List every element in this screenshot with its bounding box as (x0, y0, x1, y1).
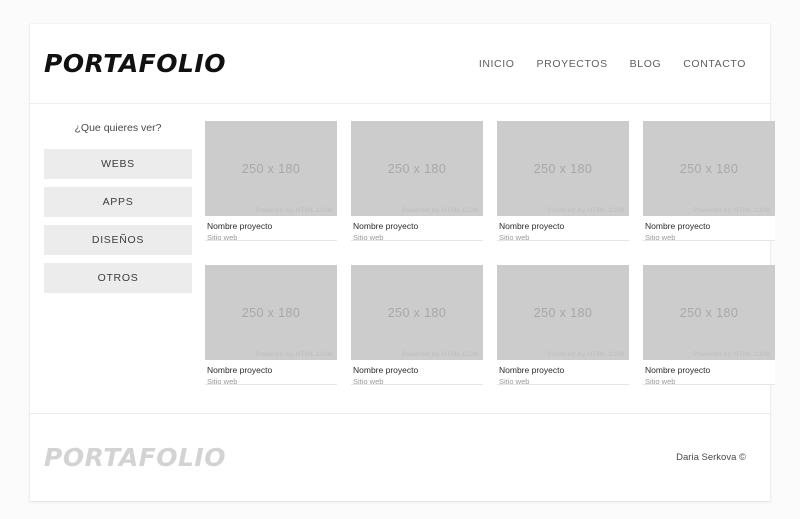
project-subtitle: Sitio web (207, 232, 238, 242)
page-container: PORTAFOLIO INICIO PROYECTOS BLOG CONTACT… (30, 24, 775, 501)
nav-item-proyectos[interactable]: PROYECTOS (537, 58, 608, 70)
footer-logo: PORTAFOLIO (44, 443, 226, 472)
site-footer: PORTAFOLIO Daria Serkova © (30, 413, 770, 501)
site-logo: PORTAFOLIO (44, 49, 226, 78)
project-card[interactable]: 250 x 180 Powered by HTML.COM Nombre pro… (351, 265, 483, 386)
filter-sidebar: ¿Que quieres ver? WEBS APPS DISEÑOS OTRO… (44, 120, 192, 413)
project-thumbnail: 250 x 180 Powered by HTML.COM (497, 121, 629, 216)
main-content: ¿Que quieres ver? WEBS APPS DISEÑOS OTRO… (30, 104, 775, 413)
copyright-text: Daria Serkova © (676, 452, 746, 463)
project-subtitle: Sitio web (353, 232, 384, 242)
nav-item-contacto[interactable]: CONTACTO (683, 58, 746, 70)
thumbnail-watermark: Powered by HTML.COM (693, 351, 771, 358)
thumbnail-size-label: 250 x 180 (241, 161, 301, 176)
thumbnail-size-label: 250 x 180 (533, 161, 593, 176)
thumbnail-watermark: Powered by HTML.COM (401, 207, 479, 214)
project-card-body: Nombre proyecto Sitio web (351, 216, 483, 248)
project-thumbnail: 250 x 180 Powered by HTML.COM (497, 265, 629, 360)
project-title: Nombre proyecto (353, 365, 419, 375)
project-title: Nombre proyecto (499, 221, 565, 231)
project-card-body: Nombre proyecto Sitio web (205, 216, 337, 248)
sidebar-title: ¿Que quieres ver? (74, 122, 162, 134)
thumbnail-watermark: Powered by HTML.COM (693, 207, 771, 214)
project-thumbnail: 250 x 180 Powered by HTML.COM (351, 121, 483, 216)
project-thumbnail: 250 x 180 Powered by HTML.COM (205, 121, 337, 216)
project-subtitle: Sitio web (499, 376, 530, 386)
main-navigation: INICIO PROYECTOS BLOG CONTACTO (479, 58, 752, 70)
project-thumbnail: 250 x 180 Powered by HTML.COM (643, 121, 775, 216)
project-grid: 250 x 180 Powered by HTML.COM Nombre pro… (192, 120, 775, 413)
project-title: Nombre proyecto (207, 221, 273, 231)
project-subtitle: Sitio web (499, 232, 530, 242)
project-card-body: Nombre proyecto Sitio web (497, 216, 629, 248)
project-card[interactable]: 250 x 180 Powered by HTML.COM Nombre pro… (497, 121, 629, 242)
nav-item-blog[interactable]: BLOG (630, 58, 662, 70)
thumbnail-watermark: Powered by HTML.COM (255, 351, 333, 358)
thumbnail-size-label: 250 x 180 (533, 305, 593, 320)
thumbnail-size-label: 250 x 180 (679, 305, 739, 320)
project-title: Nombre proyecto (645, 365, 711, 375)
filter-button-otros[interactable]: OTROS (44, 263, 192, 293)
project-title: Nombre proyecto (207, 365, 273, 375)
project-card[interactable]: 250 x 180 Powered by HTML.COM Nombre pro… (643, 121, 775, 242)
project-subtitle: Sitio web (353, 376, 384, 386)
project-card-body: Nombre proyecto Sitio web (643, 216, 775, 248)
project-title: Nombre proyecto (499, 365, 565, 375)
project-card-body: Nombre proyecto Sitio web (205, 360, 337, 392)
thumbnail-watermark: Powered by HTML.COM (547, 207, 625, 214)
thumbnail-watermark: Powered by HTML.COM (255, 207, 333, 214)
filter-button-apps[interactable]: APPS (44, 187, 192, 217)
project-subtitle: Sitio web (207, 376, 238, 386)
thumbnail-size-label: 250 x 180 (679, 161, 739, 176)
project-title: Nombre proyecto (353, 221, 419, 231)
project-subtitle: Sitio web (645, 376, 676, 386)
project-card[interactable]: 250 x 180 Powered by HTML.COM Nombre pro… (497, 265, 629, 386)
project-thumbnail: 250 x 180 Powered by HTML.COM (205, 265, 337, 360)
thumbnail-size-label: 250 x 180 (241, 305, 301, 320)
project-title: Nombre proyecto (645, 221, 711, 231)
thumbnail-size-label: 250 x 180 (387, 305, 447, 320)
project-card[interactable]: 250 x 180 Powered by HTML.COM Nombre pro… (643, 265, 775, 386)
filter-button-webs[interactable]: WEBS (44, 149, 192, 179)
project-subtitle: Sitio web (645, 232, 676, 242)
thumbnail-watermark: Powered by HTML.COM (547, 351, 625, 358)
project-card[interactable]: 250 x 180 Powered by HTML.COM Nombre pro… (205, 265, 337, 386)
project-thumbnail: 250 x 180 Powered by HTML.COM (351, 265, 483, 360)
thumbnail-size-label: 250 x 180 (387, 161, 447, 176)
project-card[interactable]: 250 x 180 Powered by HTML.COM Nombre pro… (205, 121, 337, 242)
project-card-body: Nombre proyecto Sitio web (497, 360, 629, 392)
project-card[interactable]: 250 x 180 Powered by HTML.COM Nombre pro… (351, 121, 483, 242)
project-card-body: Nombre proyecto Sitio web (351, 360, 483, 392)
site-header: PORTAFOLIO INICIO PROYECTOS BLOG CONTACT… (30, 24, 770, 104)
thumbnail-watermark: Powered by HTML.COM (401, 351, 479, 358)
project-thumbnail: 250 x 180 Powered by HTML.COM (643, 265, 775, 360)
filter-button-disenos[interactable]: DISEÑOS (44, 225, 192, 255)
project-card-body: Nombre proyecto Sitio web (643, 360, 775, 392)
nav-item-inicio[interactable]: INICIO (479, 58, 515, 70)
